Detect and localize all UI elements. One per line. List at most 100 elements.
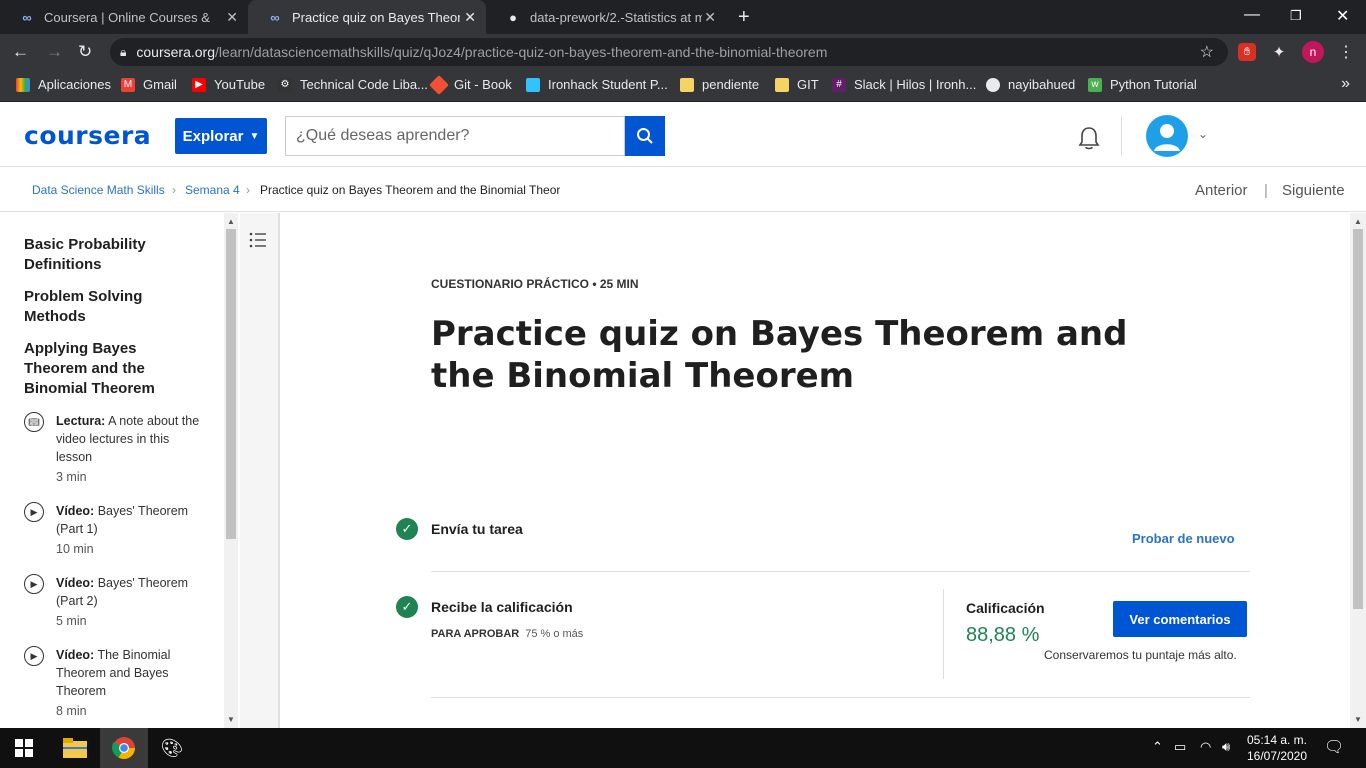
sidebar-scrollbar[interactable]: ▲ ▼ [224, 213, 238, 728]
chrome-icon[interactable] [110, 734, 138, 762]
notifications-icon[interactable]: 🗨︎ [1324, 737, 1344, 757]
breadcrumb-current: Practice quiz on Bayes Theorem and the B… [260, 183, 560, 197]
restore-icon[interactable]: ❐ [1290, 8, 1302, 24]
search-button[interactable] [625, 116, 665, 156]
close-tab-icon[interactable]: ✕ [704, 9, 716, 26]
step-grade-label: Recibe la calificación [431, 599, 573, 615]
battery-icon[interactable]: ▭ [1174, 739, 1186, 755]
sidebar-section-basic-probability[interactable]: Basic Probability Definitions [24, 235, 204, 275]
course-sidebar: Basic Probability Definitions Problem So… [0, 213, 240, 728]
item-type: Vídeo: [56, 648, 95, 662]
paint-icon[interactable]: 🎨︎ [158, 734, 186, 762]
address-bar[interactable]: 🔒︎ coursera.org/learn/datasciencemathski… [110, 38, 1228, 66]
browser-menu-icon[interactable]: ⋮ [1338, 42, 1354, 62]
divider [431, 697, 1250, 698]
scroll-down-icon[interactable]: ▼ [1354, 715, 1362, 724]
clock-time: 05:14 a. m. [1246, 733, 1308, 747]
extension-red-icon[interactable]: ✋︎ [1238, 43, 1256, 61]
page-title: Practice quiz on Bayes Theorem and the B… [431, 314, 1128, 396]
bookmark-youtube[interactable]: ▶ YouTube [192, 77, 265, 92]
search-input[interactable]: ¿Qué deseas aprender? [285, 116, 625, 156]
breadcrumb-week[interactable]: Semana 4 [185, 183, 240, 197]
bookmark-gmail[interactable]: M Gmail [121, 77, 177, 92]
play-icon: ▶ [24, 574, 44, 594]
bookmark-python-tutorial[interactable]: w Python Tutorial [1088, 77, 1197, 92]
view-feedback-button[interactable]: Ver comentarios [1113, 601, 1247, 637]
breadcrumb: Data Science Math Skills › Semana 4 › Pr… [0, 168, 1366, 212]
retry-link[interactable]: Probar de nuevo [1132, 531, 1235, 546]
book-icon: 📖︎ [24, 412, 44, 432]
sidebar-item-video[interactable]: ▶ Vídeo: Bayes' Theorem (Part 1) 10 min [24, 502, 204, 562]
minimize-icon[interactable]: — [1244, 6, 1260, 24]
previous-link[interactable]: Anterior [1195, 182, 1248, 199]
sidebar-item-reading[interactable]: 📖︎ Lectura: A note about the video lectu… [24, 412, 204, 492]
scroll-up-icon[interactable]: ▲ [227, 217, 235, 226]
play-icon: ▶ [24, 646, 44, 666]
pass-requirement: PARA APROBAR 75 % o más [431, 628, 583, 640]
browser-tab-bar: ∞ Coursera | Online Courses & Cred ✕ ∞ P… [0, 0, 1366, 34]
user-icon [1154, 124, 1180, 151]
sidebar-item-video[interactable]: ▶ Vídeo: Bayes' Theorem (Part 2) 5 min [24, 574, 204, 634]
notifications-bell-icon[interactable] [1076, 125, 1102, 157]
page-scrollbar[interactable]: ▲ ▼ [1350, 213, 1366, 728]
extensions-puzzle-icon[interactable]: ✦ [1270, 43, 1288, 61]
close-tab-icon[interactable]: ✕ [464, 9, 476, 26]
apps-grid-icon [16, 77, 30, 92]
scrollbar-thumb[interactable] [226, 229, 236, 539]
url-host: coursera.org [136, 44, 215, 60]
system-clock[interactable]: 05:14 a. m. 16/07/2020 [1246, 732, 1308, 764]
coursera-logo[interactable]: coursera [24, 121, 151, 150]
volume-icon[interactable]: 🔊︎ [1222, 739, 1230, 755]
item-duration: 8 min [56, 704, 87, 718]
coursera-icon: ∞ [22, 9, 32, 25]
breadcrumb-course[interactable]: Data Science Math Skills [32, 183, 165, 197]
breadcrumb-separator-icon: › [172, 183, 176, 197]
bookmark-apps[interactable]: Aplicaciones [16, 77, 111, 92]
folder-icon [680, 77, 694, 92]
account-chevron-icon[interactable]: ⌄ [1198, 127, 1208, 141]
main-content: CUESTIONARIO PRÁCTICO • 25 MIN Practice … [282, 213, 1350, 728]
bookmark-slack[interactable]: # Slack | Hilos | Ironh... [832, 77, 976, 92]
user-avatar[interactable] [1146, 115, 1188, 157]
windows-start-icon[interactable] [10, 734, 38, 762]
bookmark-pendiente[interactable]: pendiente [680, 77, 759, 92]
tray-expand-icon[interactable]: ⌃ [1152, 739, 1163, 755]
bookmark-git-book[interactable]: Git - Book [429, 74, 512, 95]
scrollbar-thumb[interactable] [1353, 229, 1363, 609]
close-window-icon[interactable]: ✕ [1336, 6, 1349, 26]
profile-avatar[interactable]: n [1302, 41, 1324, 63]
nav-divider: | [1264, 182, 1268, 199]
bookmark-technical-code[interactable]: ⚙ Technical Code Liba... [278, 77, 428, 92]
sidebar-item-video[interactable]: ▶ Vídeo: The Binomial Theorem and Bayes … [24, 646, 204, 726]
coursera-icon: ∞ [270, 9, 280, 25]
bookmark-git-folder[interactable]: GIT [775, 77, 819, 92]
new-tab-button[interactable]: + [738, 6, 750, 29]
list-menu-icon[interactable] [249, 231, 267, 249]
scroll-down-icon[interactable]: ▼ [227, 715, 235, 724]
reload-icon[interactable]: ↻ [78, 42, 92, 62]
file-explorer-icon[interactable] [61, 734, 89, 762]
tab-github[interactable]: ● data-prework/2.-Statistics at mas ✕ [486, 0, 726, 34]
quiz-kicker: CUESTIONARIO PRÁCTICO • 25 MIN [431, 277, 639, 291]
bookmark-ironhack[interactable]: Ironhack Student P... [526, 77, 668, 92]
tab-coursera-home[interactable]: ∞ Coursera | Online Courses & Cred ✕ [0, 0, 248, 34]
github-icon [986, 77, 1000, 92]
slack-icon: # [832, 77, 846, 92]
bookmark-star-icon[interactable]: ☆ [1200, 42, 1214, 62]
bookmarks-bar: Aplicaciones M Gmail ▶ YouTube ⚙ Technical … [0, 70, 1366, 102]
next-link[interactable]: Siguiente [1282, 182, 1345, 199]
sidebar-section-problem-solving[interactable]: Problem Solving Methods [24, 287, 204, 327]
pass-value: 75 % o más [525, 628, 584, 640]
explore-button[interactable]: Explorar ▼ [175, 118, 267, 154]
grade-label: Calificación [966, 600, 1045, 616]
close-tab-icon[interactable]: ✕ [226, 9, 238, 26]
wifi-icon[interactable]: ◠ [1200, 739, 1211, 755]
forward-icon[interactable]: → [46, 42, 63, 62]
item-duration: 5 min [56, 614, 87, 628]
tab-practice-quiz[interactable]: ∞ Practice quiz on Bayes Theorem a ✕ [248, 0, 486, 34]
bookmark-github-profile[interactable]: nayibahued [986, 77, 1075, 92]
scroll-up-icon[interactable]: ▲ [1354, 217, 1362, 226]
back-icon[interactable]: ← [12, 42, 29, 62]
sidebar-section-bayes-binomial[interactable]: Applying Bayes Theorem and the Binomial … [24, 339, 204, 399]
more-bookmarks-icon[interactable]: » [1341, 75, 1350, 93]
